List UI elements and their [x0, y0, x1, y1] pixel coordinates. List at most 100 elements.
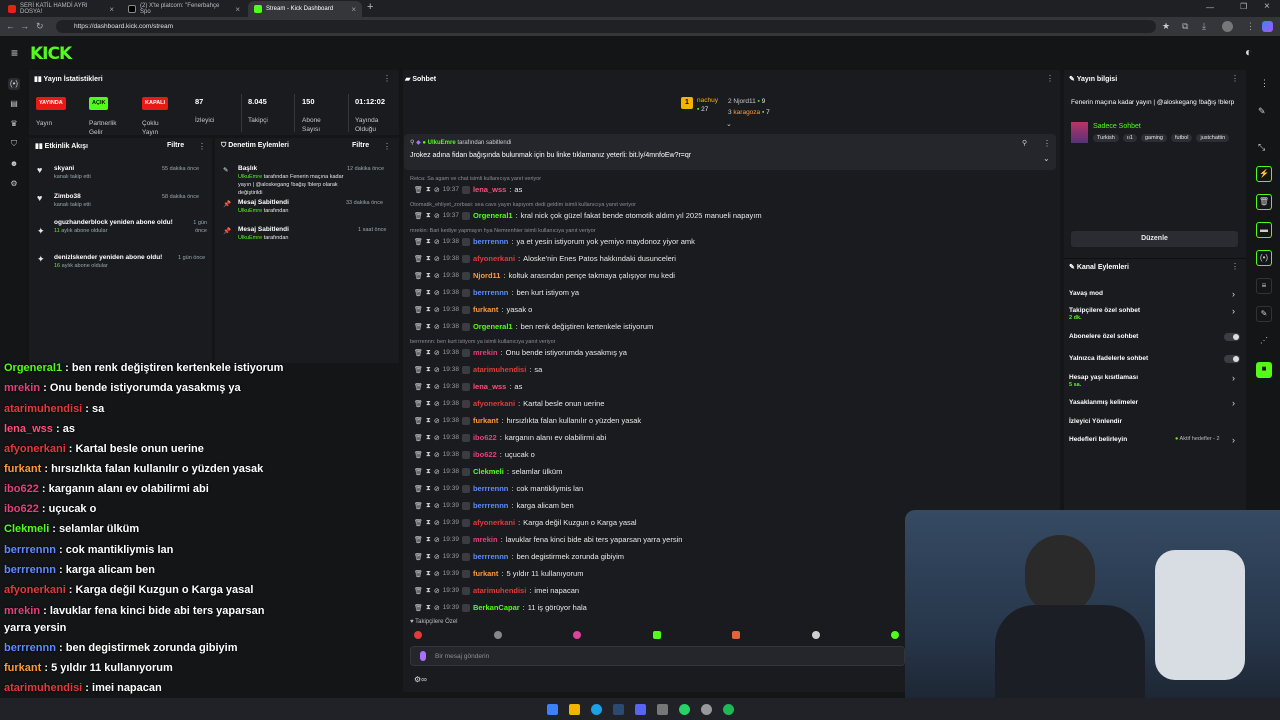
ban-icon[interactable]: ⊘ — [434, 451, 440, 459]
chat-username[interactable]: Njord11 — [473, 271, 501, 280]
chat-username[interactable]: BerkanCapar — [473, 603, 520, 612]
minimize-button[interactable]: — — [1206, 3, 1214, 12]
edit-button[interactable]: Düzenle — [1071, 231, 1238, 247]
emote-icon[interactable] — [891, 631, 899, 639]
trash-icon[interactable]: 🗑 — [414, 349, 423, 357]
tag[interactable]: Turkish — [1093, 134, 1119, 142]
timeout-icon[interactable]: ⧗ — [426, 417, 431, 425]
unpin-icon[interactable]: ⚲ — [1022, 139, 1027, 147]
chat-message[interactable]: 🗑 ⧗ ⊘ 19:39 afyonerkani: Karga değil Kuzgun o… — [414, 518, 637, 527]
chat-username[interactable]: berrrennn — [473, 552, 508, 561]
stream-nav-icon[interactable]: (•) — [8, 78, 20, 90]
chat-username[interactable]: lena_wss — [473, 382, 506, 391]
spotify-icon[interactable] — [723, 704, 734, 715]
chat-username[interactable]: afyonerkani — [473, 518, 515, 527]
kick-logo[interactable]: KICK — [30, 44, 72, 64]
chat-message[interactable]: 🗑 ⧗ ⊘ 19:39 berrrennn: ben degistirmek zorund… — [414, 552, 624, 561]
ban-icon[interactable]: ⊘ — [434, 417, 440, 425]
trash-icon[interactable]: 🗑 — [414, 272, 423, 280]
ban-icon[interactable]: ⊘ — [434, 323, 440, 331]
timeout-icon[interactable]: ⧗ — [426, 306, 431, 314]
trash-icon[interactable]: 🗑 — [414, 570, 423, 578]
trash-icon[interactable]: 🗑 — [414, 400, 423, 408]
channel-action-item[interactable]: Yalnızca ifadelerle sohbet — [1069, 355, 1148, 362]
trash-icon[interactable]: 🗑 — [414, 417, 423, 425]
ban-icon[interactable]: ⊘ — [434, 255, 440, 263]
menu-dots-icon[interactable]: ⋮ — [1260, 78, 1269, 89]
rail-flash-icon[interactable]: ⚡ — [1256, 166, 1272, 182]
chat-username[interactable]: Clekmeli — [473, 467, 504, 476]
chat-username[interactable]: afyonerkani — [473, 254, 515, 263]
trash-icon[interactable]: 🗑 — [414, 186, 423, 194]
chat-message[interactable]: 🗑 ⧗ ⊘ 19:37 lena_wss: as — [414, 185, 522, 194]
maximize-button[interactable]: ❐ — [1240, 2, 1247, 11]
chat-username[interactable]: mrekin — [473, 348, 498, 357]
bookmark-star-icon[interactable]: ★ — [1162, 21, 1170, 31]
status-badge[interactable]: YAYINDA — [36, 97, 66, 110]
timeout-icon[interactable]: ⧗ — [426, 400, 431, 408]
close-tab-icon[interactable]: × — [351, 5, 356, 14]
ban-icon[interactable]: ⊘ — [434, 212, 440, 220]
ban-icon[interactable]: ⊘ — [434, 519, 440, 527]
timeout-icon[interactable]: ⧗ — [426, 485, 431, 493]
toggle-switch[interactable] — [1224, 355, 1240, 363]
chat-message[interactable]: 🗑 ⧗ ⊘ 19:38 Clekmeli: selamlar ülküm — [414, 467, 562, 476]
emote-icon[interactable] — [652, 631, 661, 639]
trash-icon[interactable]: 🗑 — [414, 485, 423, 493]
reload-icon[interactable]: ↻ — [36, 21, 44, 31]
chat-menu-icon[interactable]: ⋮ — [1046, 74, 1054, 83]
trash-icon[interactable]: 🗑 — [414, 468, 423, 476]
close-window-button[interactable]: × — [1264, 1, 1270, 12]
shield-icon[interactable]: ⛉ — [8, 138, 20, 150]
timeout-icon[interactable]: ⧗ — [426, 323, 431, 331]
whatsapp-icon[interactable] — [679, 704, 690, 715]
ban-icon[interactable]: ⊘ — [434, 468, 440, 476]
tag[interactable]: justchattin — [1196, 134, 1230, 142]
timeout-icon[interactable]: ⧗ — [426, 434, 431, 442]
timeout-icon[interactable]: ⧗ — [426, 468, 431, 476]
timeout-icon[interactable]: ⧗ — [426, 366, 431, 374]
trash-icon[interactable]: 🗑 — [414, 553, 423, 561]
extensions-icon[interactable]: ⧉ — [1182, 21, 1188, 31]
trash-icon[interactable]: 🗑 — [414, 323, 423, 331]
top-gifter-1[interactable]: nachuy ▪ 27 — [697, 96, 718, 114]
chat-username[interactable]: berrrennn — [473, 288, 508, 297]
chat-message[interactable]: 🗑 ⧗ ⊘ 19:39 berrrennn: karga alicam ben — [414, 501, 574, 510]
activity-menu-icon[interactable]: ⋮ — [198, 142, 206, 151]
tag[interactable]: ıı1 — [1122, 134, 1137, 142]
timeout-icon[interactable]: ⧗ — [426, 289, 431, 297]
timeout-icon[interactable]: ⧗ — [426, 186, 431, 194]
chat-message[interactable]: 🗑 ⧗ ⊘ 19:38 berrrennn: ya et yesin istiyorum … — [414, 237, 695, 246]
chevron-right-icon[interactable]: › — [1232, 435, 1235, 445]
app-icon[interactable] — [657, 704, 668, 715]
chat-message[interactable]: 🗑 ⧗ ⊘ 19:39 atarimuhendisi: imei napacan — [414, 586, 579, 595]
chat-message[interactable]: 🗑 ⧗ ⊘ 19:39 furkant:5 yıldır 11 kullanıyorum — [414, 569, 583, 578]
chat-username[interactable]: Orgeneral1 — [473, 322, 513, 331]
rail-chat-icon[interactable]: ▬ — [1256, 222, 1272, 238]
trash-icon[interactable]: 🗑 — [414, 383, 423, 391]
copilot-icon[interactable] — [1262, 21, 1273, 32]
trash-icon[interactable]: 🗑 — [414, 451, 423, 459]
timeout-icon[interactable]: ⧗ — [426, 383, 431, 391]
emote-icon[interactable] — [811, 631, 820, 639]
ban-icon[interactable]: ⊘ — [434, 502, 440, 510]
timeout-icon[interactable]: ⧗ — [426, 587, 431, 595]
trash-icon[interactable]: 🗑 — [414, 434, 423, 442]
rail-active-icon[interactable]: ■ — [1256, 362, 1272, 378]
trash-icon[interactable]: 🗑 — [414, 212, 423, 220]
channel-action-item[interactable]: Yavaş mod — [1069, 290, 1103, 297]
chevron-right-icon[interactable]: › — [1232, 373, 1235, 383]
activity-filter-button[interactable]: Filtre — [167, 142, 184, 149]
chat-username[interactable]: berrrennn — [473, 501, 508, 510]
channel-actions-menu-icon[interactable]: ⋮ — [1231, 262, 1239, 271]
expand-icon[interactable]: ⤡ — [1258, 142, 1265, 153]
ban-icon[interactable]: ⊘ — [434, 349, 440, 357]
chat-username[interactable]: furkant — [473, 569, 498, 578]
back-icon[interactable]: ← — [6, 21, 15, 31]
chat-message[interactable]: 🗑 ⧗ ⊘ 19:38 furkant: yasak o — [414, 305, 532, 314]
trash-icon[interactable]: 🗑 — [414, 255, 423, 263]
channel-action-item[interactable]: İzleyici Yönlendir — [1069, 418, 1122, 425]
ban-icon[interactable]: ⊘ — [434, 587, 440, 595]
library-icon[interactable]: ▤ — [8, 98, 20, 110]
timeout-icon[interactable]: ⧗ — [426, 502, 431, 510]
